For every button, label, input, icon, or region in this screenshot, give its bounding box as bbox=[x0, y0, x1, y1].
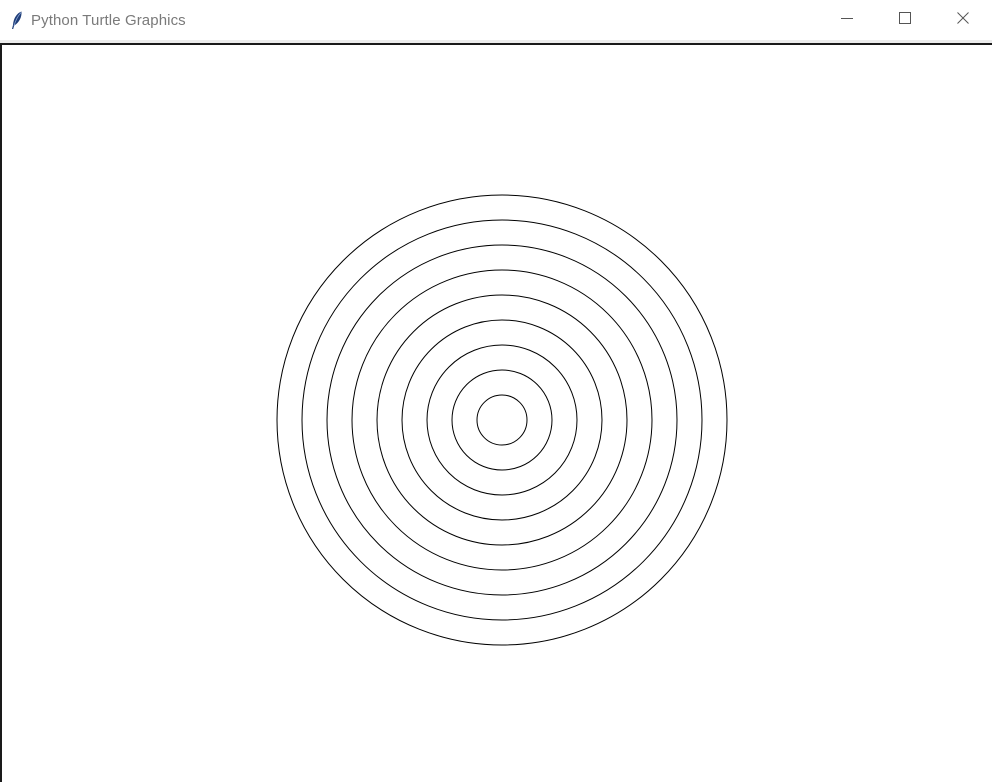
minimize-button[interactable] bbox=[818, 0, 876, 40]
turtle-canvas-frame bbox=[0, 43, 992, 782]
feather-icon bbox=[9, 10, 25, 30]
turtle-circle bbox=[326, 244, 678, 596]
maximize-icon bbox=[898, 11, 912, 30]
title-bar[interactable]: Python Turtle Graphics bbox=[0, 0, 992, 40]
window-controls bbox=[818, 0, 992, 40]
turtle-circle bbox=[451, 369, 553, 471]
turtle-circle bbox=[276, 194, 728, 646]
turtle-circle bbox=[426, 344, 578, 496]
maximize-button[interactable] bbox=[876, 0, 934, 40]
turtle-circle bbox=[351, 269, 653, 571]
turtle-circle bbox=[301, 219, 703, 621]
minimize-icon bbox=[840, 11, 854, 30]
turtle-circle bbox=[376, 294, 628, 546]
window-title: Python Turtle Graphics bbox=[31, 11, 186, 29]
close-button[interactable] bbox=[934, 0, 992, 40]
close-icon bbox=[956, 11, 970, 30]
turtle-circle bbox=[476, 394, 528, 446]
turtle-circle bbox=[401, 319, 603, 521]
turtle-window: Python Turtle Graphics bbox=[0, 0, 992, 782]
turtle-canvas[interactable] bbox=[4, 47, 992, 782]
